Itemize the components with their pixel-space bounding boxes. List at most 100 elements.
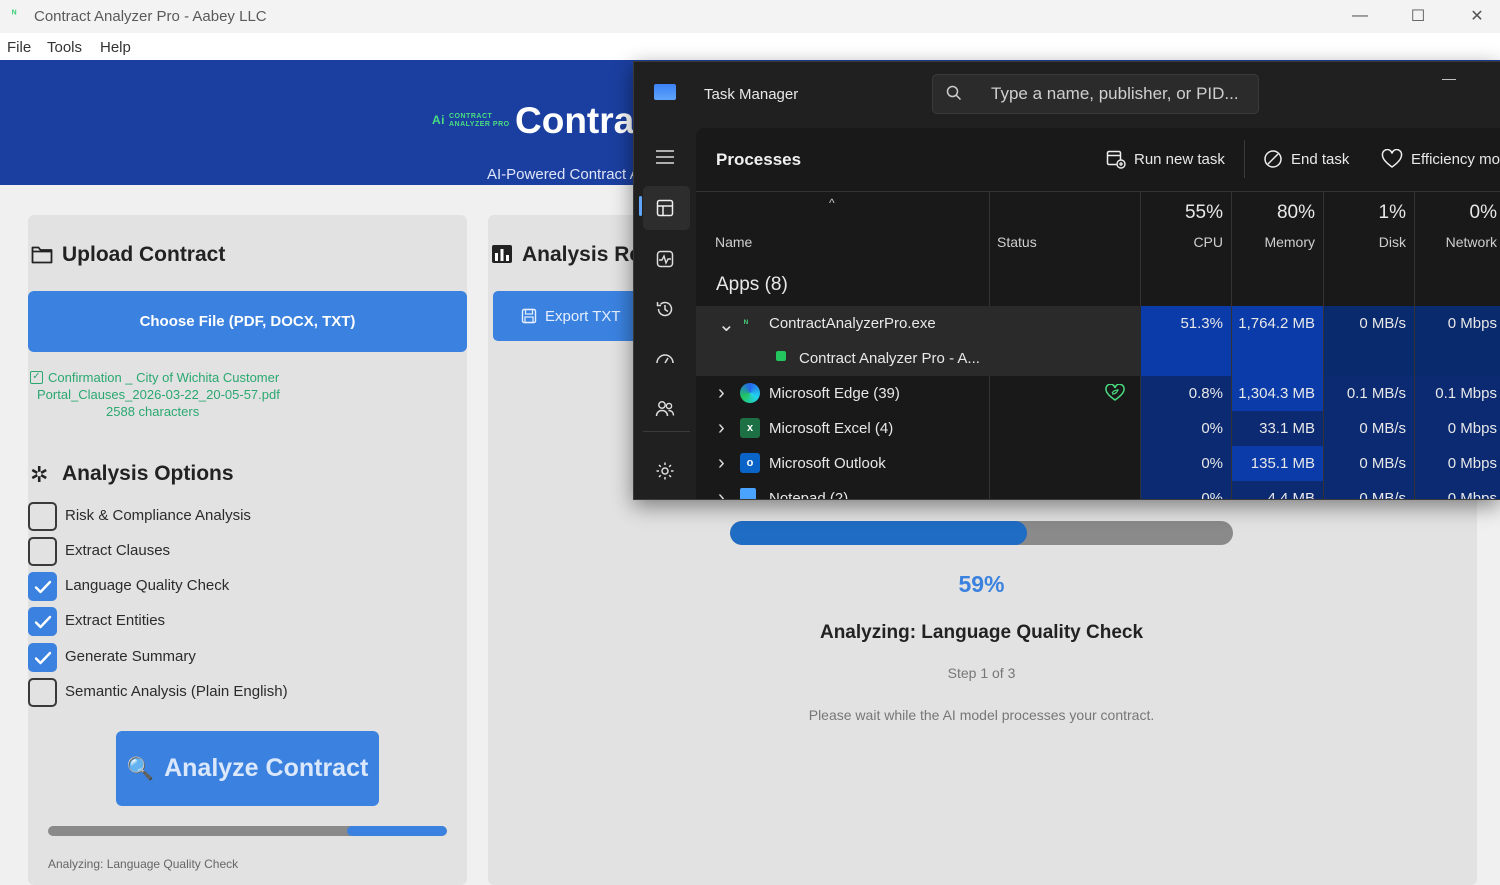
left-progress-fill xyxy=(347,826,447,836)
task-manager-app-icon xyxy=(654,84,676,100)
selected-file-name: Confirmation _ City of Wichita Customer xyxy=(48,370,280,385)
progress-percent: 59% xyxy=(958,571,1005,597)
task-manager-title: Task Manager xyxy=(704,86,799,103)
option-label[interactable]: Extract Entities xyxy=(65,612,165,629)
search-placeholder: Type a name, publisher, or PID... xyxy=(991,84,1239,103)
chevron-right-icon[interactable]: › xyxy=(718,452,725,475)
choose-file-button[interactable]: Choose File (PDF, DOCX, TXT) xyxy=(28,291,467,352)
gear-icon: ✲ xyxy=(30,462,49,487)
notepad-icon xyxy=(740,488,756,499)
efficiency-mode-button[interactable]: Efficiency mo xyxy=(1381,149,1500,169)
process-name: Notepad (2) xyxy=(769,490,849,500)
option-checkbox[interactable] xyxy=(28,678,57,707)
checkmark-icon xyxy=(34,615,51,628)
option-checkbox[interactable] xyxy=(28,643,57,672)
wait-message: Please wait while the AI model processes… xyxy=(808,707,1155,723)
tm-nav-indicator xyxy=(639,196,642,216)
col-header-cpu[interactable]: CPU xyxy=(1141,234,1223,250)
end-task-button[interactable]: End task xyxy=(1263,149,1349,169)
excel-icon: x xyxy=(740,418,760,438)
chevron-down-icon[interactable]: ⌄ xyxy=(718,312,735,337)
option-checkbox[interactable] xyxy=(28,572,57,601)
minimize-button[interactable]: — xyxy=(1340,4,1380,28)
col-header-network[interactable]: Network xyxy=(1415,234,1497,250)
col-header-memory-pct[interactable]: 80% xyxy=(1232,202,1315,224)
menu-bar xyxy=(0,33,1500,60)
run-new-task-label: Run new task xyxy=(1134,150,1225,168)
leaf-heart-icon xyxy=(1381,149,1403,168)
run-new-task-button[interactable]: Run new task xyxy=(1106,149,1225,169)
process-name: ContractAnalyzerPro.exe xyxy=(769,315,936,332)
run-task-icon xyxy=(1106,150,1126,169)
option-checkbox[interactable] xyxy=(28,607,57,636)
export-label: Export TXT xyxy=(545,307,621,325)
option-checkbox[interactable] xyxy=(28,502,57,531)
analyze-contract-button[interactable]: 🔍 Analyze Contract xyxy=(116,731,379,806)
search-icon xyxy=(946,85,962,101)
contract-analyzer-icon: ᴺ xyxy=(744,318,748,328)
save-icon xyxy=(521,308,537,324)
checkmark-icon xyxy=(34,580,51,593)
option-label[interactable]: Extract Clauses xyxy=(65,542,170,559)
task-manager-window[interactable]: Task Manager Type a name, publisher, or … xyxy=(633,61,1500,500)
folder-icon xyxy=(31,246,53,264)
contract-analyzer-window-icon xyxy=(776,348,786,366)
step-counter: Step 1 of 3 xyxy=(947,665,1016,681)
chevron-right-icon[interactable]: › xyxy=(718,417,725,440)
option-label[interactable]: Language Quality Check xyxy=(65,577,229,594)
upload-section-title: Upload Contract xyxy=(62,243,226,266)
option-checkbox[interactable] xyxy=(28,537,57,566)
banner-subtitle: AI-Powered Contract A xyxy=(487,166,640,183)
column-header-divider xyxy=(696,191,1500,192)
startup-apps-nav-icon[interactable] xyxy=(652,346,678,372)
magnifier-icon: 🔍 xyxy=(126,755,155,781)
checkmark-icon xyxy=(34,651,51,664)
selected-file-name-cont: Portal_Clauses_2026-03-22_20-05-57.pdf xyxy=(37,387,280,402)
outlook-icon: o xyxy=(740,453,760,473)
tm-minimize-button[interactable]: — xyxy=(1442,70,1456,86)
maximize-button[interactable]: ☐ xyxy=(1398,4,1438,28)
menu-tools[interactable]: Tools xyxy=(47,39,82,56)
file-char-count: 2588 characters xyxy=(106,404,200,419)
processes-nav-icon[interactable] xyxy=(652,195,678,221)
option-label[interactable]: Risk & Compliance Analysis xyxy=(65,507,251,524)
chevron-right-icon[interactable]: › xyxy=(718,382,725,405)
col-header-name[interactable]: Name xyxy=(715,234,752,250)
options-section-title: Analysis Options xyxy=(62,462,234,485)
brand-logo: Ai CONTRACT ANALYZER PRO xyxy=(432,113,510,129)
analysis-progress-fill xyxy=(730,521,1027,545)
bar-chart-icon xyxy=(492,245,512,263)
analysis-progress-bar xyxy=(730,521,1233,545)
settings-gear-icon[interactable] xyxy=(652,458,678,484)
menu-help[interactable]: Help xyxy=(100,39,131,56)
col-header-memory[interactable]: Memory xyxy=(1232,234,1315,250)
users-nav-icon[interactable] xyxy=(652,396,678,422)
file-check-icon: ✓ xyxy=(30,371,43,384)
option-label[interactable]: Semantic Analysis (Plain English) xyxy=(65,683,288,700)
edge-icon xyxy=(740,383,760,408)
menu-file[interactable]: File xyxy=(7,39,31,56)
col-header-status[interactable]: Status xyxy=(997,234,1037,250)
col-header-cpu-pct[interactable]: 55% xyxy=(1141,202,1223,224)
sort-caret-icon[interactable]: ^ xyxy=(829,196,835,210)
apps-group-header[interactable]: Apps (8) xyxy=(716,274,788,296)
col-header-disk-pct[interactable]: 1% xyxy=(1324,202,1406,224)
results-section-title: Analysis Re xyxy=(522,243,642,266)
efficiency-mode-icon xyxy=(1104,383,1126,407)
analyze-button-label: Analyze Contract xyxy=(164,754,369,782)
hamburger-menu-icon[interactable] xyxy=(652,144,678,170)
export-txt-button[interactable]: Export TXT xyxy=(493,291,640,341)
analysis-stage: Analyzing: Language Quality Check xyxy=(819,622,1144,643)
col-header-disk[interactable]: Disk xyxy=(1324,234,1406,250)
efficiency-mode-label: Efficiency mo xyxy=(1411,150,1500,168)
option-label[interactable]: Generate Summary xyxy=(65,648,196,665)
toolbar-divider xyxy=(1244,140,1245,178)
app-history-nav-icon[interactable] xyxy=(652,296,678,322)
col-header-network-pct[interactable]: 0% xyxy=(1415,202,1497,224)
close-button[interactable]: ✕ xyxy=(1457,4,1497,28)
brand-logo-text-2: ANALYZER PRO xyxy=(449,121,510,128)
end-task-icon xyxy=(1264,150,1282,168)
performance-nav-icon[interactable] xyxy=(652,246,678,272)
process-name: Contract Analyzer Pro - A... xyxy=(799,350,980,367)
chevron-right-icon[interactable]: › xyxy=(718,487,725,499)
